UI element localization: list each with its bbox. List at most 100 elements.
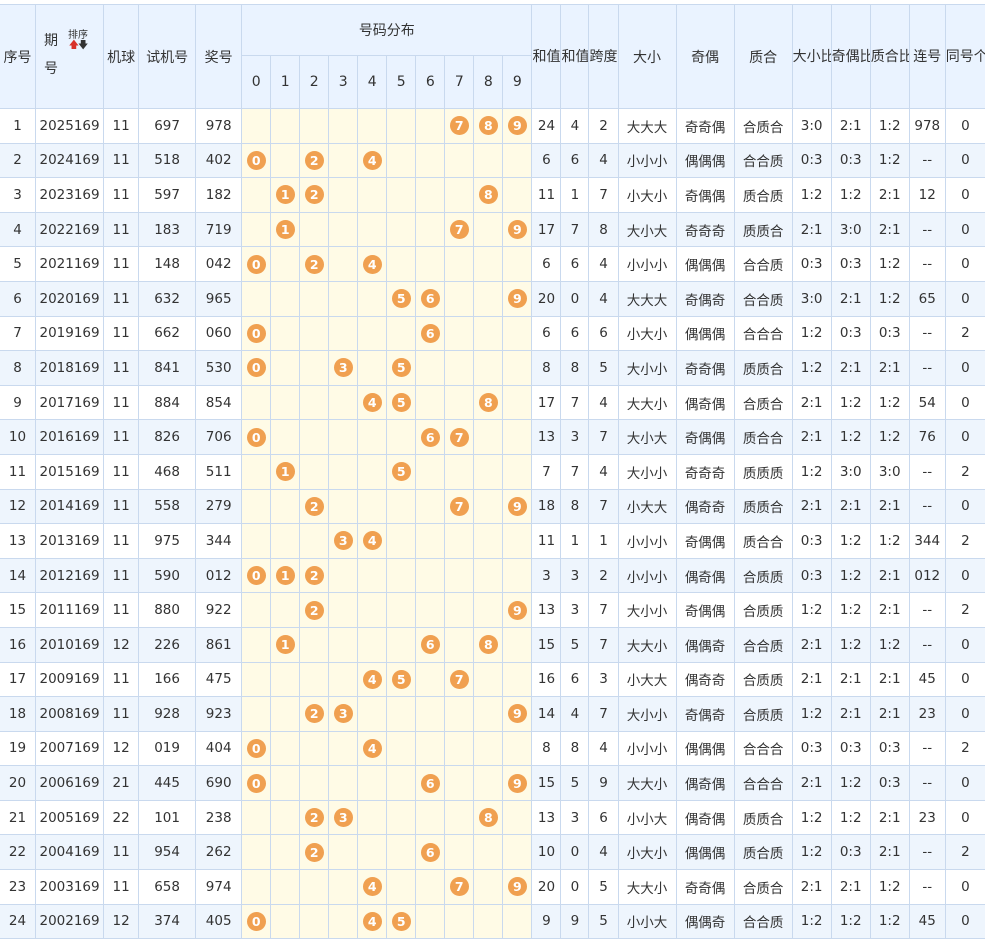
cell-size: 大大小	[617, 626, 677, 663]
cell-machine: 11	[103, 108, 140, 144]
dist-cell-9: 9	[502, 765, 533, 801]
col-prize: 奖号	[195, 4, 243, 109]
cell-seq: 10	[0, 419, 37, 455]
cell-consecutive: --	[908, 453, 946, 490]
cell-prime: 合合合	[733, 730, 793, 767]
cell-span: 4	[588, 453, 619, 490]
dist-cell-8	[473, 592, 504, 628]
cell-prize: 404	[195, 730, 243, 767]
digit-header: 1	[270, 55, 301, 109]
cell-issue: 2002169	[35, 903, 105, 940]
number-ball: 0	[246, 427, 266, 447]
cell-same-count: 0	[944, 211, 985, 248]
number-ball: 0	[246, 738, 266, 758]
cell-sum: 17	[531, 384, 562, 421]
dist-cell-3	[328, 453, 359, 490]
dist-cell-4: 4	[357, 246, 388, 282]
cell-machine: 11	[103, 661, 140, 698]
cell-machine: 11	[103, 142, 140, 179]
table-row: 24 2002169 12 374 405 0 4 5 9 9 5 小小大 偶偶奇 合合质 1:2 1:2 1:…	[0, 903, 985, 940]
cell-span: 7	[588, 177, 619, 213]
col-trial: 试机号	[138, 4, 197, 109]
cell-span: 9	[588, 765, 619, 801]
cell-prime-ratio: 0:3	[869, 315, 910, 352]
cell-prime-ratio: 1:2	[869, 523, 910, 559]
col-issue[interactable]: 期号 排序 🡅🡇	[35, 4, 105, 109]
table-row: 13 2013169 11 975 344 3 4 11 1 1 小小小 奇偶偶 质合合 0:3 1:2 1:…	[0, 523, 985, 559]
cell-parity-ratio: 0:3	[830, 834, 871, 871]
cell-prime: 合合质	[733, 626, 793, 663]
number-ball: 8	[478, 116, 498, 136]
dist-cell-1	[270, 834, 301, 871]
dist-cell-9	[502, 142, 533, 179]
cell-machine: 11	[103, 280, 140, 317]
dist-cell-2: 2	[299, 246, 330, 282]
cell-machine: 11	[103, 834, 140, 871]
sort-control[interactable]: 排序 🡅🡇	[68, 31, 88, 51]
cell-prize: 974	[195, 869, 243, 905]
cell-prime: 合合合	[733, 765, 793, 801]
dist-cell-4	[357, 799, 388, 836]
dist-cell-0	[241, 834, 272, 871]
cell-prime: 合质合	[733, 384, 793, 421]
dist-cell-1	[270, 419, 301, 455]
digit-header: 7	[444, 55, 475, 109]
dist-cell-1	[270, 869, 301, 905]
cell-size-ratio: 1:2	[791, 903, 832, 940]
cell-size: 大小大	[617, 419, 677, 455]
cell-size: 大大大	[617, 108, 677, 144]
number-ball: 3	[333, 808, 353, 828]
cell-size-ratio: 0:3	[791, 246, 832, 282]
number-ball: 4	[362, 150, 382, 170]
cell-sum-tail: 0	[560, 869, 590, 905]
dist-cell-5	[386, 177, 417, 213]
number-ball: 9	[507, 220, 527, 240]
number-ball: 1	[275, 566, 295, 586]
cell-machine: 11	[103, 246, 140, 282]
dist-cell-7	[444, 350, 475, 386]
dist-cell-9	[502, 903, 533, 940]
dist-cell-2	[299, 108, 330, 144]
cell-same-count: 0	[944, 696, 985, 732]
dist-cell-5	[386, 211, 417, 248]
cell-sum: 18	[531, 488, 562, 525]
cell-size-ratio: 3:0	[791, 280, 832, 317]
dist-cell-5	[386, 488, 417, 525]
cell-parity-ratio: 1:2	[830, 903, 871, 940]
cell-issue: 2010169	[35, 626, 105, 663]
dist-cell-1: 1	[270, 557, 301, 594]
dist-cell-9	[502, 350, 533, 386]
cell-issue: 2006169	[35, 765, 105, 801]
cell-size: 大大小	[617, 384, 677, 421]
cell-size: 小小小	[617, 246, 677, 282]
dist-cell-8	[473, 696, 504, 732]
cell-parity: 偶偶偶	[675, 315, 735, 352]
cell-same-count: 2	[944, 834, 985, 871]
dist-cell-7	[444, 765, 475, 801]
cell-trial: 632	[138, 280, 197, 317]
cell-same-count: 0	[944, 419, 985, 455]
dist-cell-5	[386, 419, 417, 455]
cell-consecutive: --	[908, 246, 946, 282]
table-row: 4 2022169 11 183 719 1 7 9 17 7 8 大小大 奇奇奇 质质合 2:1 3:0 2:…	[0, 211, 985, 248]
cell-span: 2	[588, 557, 619, 594]
dist-cell-0: 0	[241, 350, 272, 386]
dist-cell-3: 3	[328, 799, 359, 836]
cell-trial: 558	[138, 488, 197, 525]
cell-parity: 奇奇偶	[675, 869, 735, 905]
number-ball: 2	[304, 185, 324, 205]
sort-arrows-icon[interactable]: 🡅🡇	[68, 41, 89, 51]
dist-cell-2	[299, 730, 330, 767]
dist-cell-8	[473, 350, 504, 386]
number-ball: 7	[449, 877, 469, 897]
cell-prime: 合质质	[733, 557, 793, 594]
dist-cell-8	[473, 211, 504, 248]
dist-cell-8: 8	[473, 108, 504, 144]
cell-prime-ratio: 2:1	[869, 799, 910, 836]
cell-sum-tail: 4	[560, 696, 590, 732]
number-ball: 2	[304, 704, 324, 724]
cell-prize: 530	[195, 350, 243, 386]
number-ball: 0	[246, 254, 266, 274]
cell-issue: 2014169	[35, 488, 105, 525]
cell-sum-tail: 8	[560, 350, 590, 386]
